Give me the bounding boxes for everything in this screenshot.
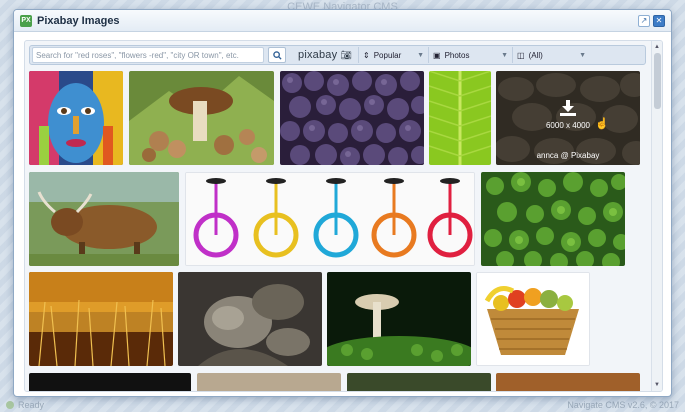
version-text: Navigate CMS v2.6, © 2017 — [567, 400, 679, 410]
download-icon[interactable] — [559, 100, 577, 116]
camera-icon: 📷︎ — [340, 50, 353, 60]
status-text: Ready — [18, 400, 45, 410]
chevron-down-icon: ▼ — [579, 51, 586, 59]
chevron-down-icon: ▼ — [417, 51, 424, 59]
image-browser: pixabay 📷︎ ⇕ Popular ▼ ▣ Photos ▼ ◫ (All… — [24, 40, 663, 392]
search-icon — [272, 50, 282, 60]
result-image-fruit-basket[interactable] — [476, 272, 590, 366]
orientation-select[interactable]: ◫ (All) ▼ — [512, 47, 590, 63]
hand-cursor-icon: ☝ — [595, 118, 609, 130]
search-input[interactable] — [32, 47, 264, 63]
scroll-down-icon[interactable]: ▼ — [652, 380, 662, 390]
pixabay-app-icon: PX — [20, 14, 32, 27]
result-image-mushrooms[interactable] — [129, 71, 274, 165]
image-hover-overlay: 6000 x 4000 annca @ Pixabay — [496, 71, 640, 165]
result-image-unicycles[interactable] — [185, 172, 475, 266]
status-bar: Ready Navigate CMS v2.6, © 2017 — [0, 398, 685, 412]
search-toolbar: pixabay 📷︎ ⇕ Popular ▼ ▣ Photos ▼ ◫ (All… — [29, 45, 646, 65]
result-image-single-mushroom[interactable] — [327, 272, 471, 366]
result-image-highland-cow[interactable] — [29, 172, 179, 266]
image-type-value: Photos — [444, 50, 470, 60]
result-image-sculpture[interactable] — [178, 272, 322, 366]
image-type-select[interactable]: ▣ Photos ▼ — [428, 47, 512, 63]
result-image-hovered[interactable]: 6000 x 4000 annca @ Pixabay ☝ — [496, 71, 640, 165]
result-image-blueberries[interactable] — [280, 71, 424, 165]
scroll-thumb[interactable] — [654, 53, 661, 109]
pixabay-logo-text: pixabay — [298, 49, 338, 61]
pixabay-dialog: PX Pixabay Images ↗ ✕ pixabay 📷︎ ⇕ Popul… — [13, 9, 672, 397]
status-icon — [6, 401, 14, 409]
result-image-clover[interactable] — [481, 172, 625, 266]
result-image-row4-1[interactable] — [29, 373, 191, 391]
close-button[interactable]: ✕ — [653, 14, 665, 27]
image-credit: annca @ Pixabay — [536, 151, 600, 160]
pixabay-logo: pixabay 📷︎ — [298, 49, 358, 61]
result-image-painted-face[interactable] — [29, 71, 123, 165]
orientation-value: (All) — [528, 50, 543, 60]
chevron-down-icon: ▼ — [501, 51, 508, 59]
order-select-value: Popular — [373, 50, 402, 60]
dialog-title: Pixabay Images — [37, 14, 120, 27]
result-image-row4-2[interactable] — [197, 373, 341, 391]
orientation-icon: ◫ — [517, 50, 525, 60]
results-scrollbar[interactable]: ▲ ▼ — [651, 41, 662, 391]
photo-icon: ▣ — [433, 50, 441, 60]
order-select[interactable]: ⇕ Popular ▼ — [358, 47, 428, 63]
dialog-titlebar[interactable]: PX Pixabay Images ↗ ✕ — [14, 10, 671, 32]
scroll-up-icon[interactable]: ▲ — [652, 42, 662, 52]
result-image-green-leaf[interactable] — [429, 71, 491, 165]
sort-icon: ⇕ — [363, 50, 370, 60]
search-button[interactable] — [268, 47, 286, 63]
image-resolution: 6000 x 4000 — [545, 121, 591, 130]
result-image-row4-4[interactable] — [496, 373, 640, 391]
result-image-row4-3[interactable] — [347, 373, 491, 391]
maximize-button[interactable]: ↗ — [638, 14, 650, 27]
result-image-golden-grass[interactable] — [29, 272, 173, 366]
